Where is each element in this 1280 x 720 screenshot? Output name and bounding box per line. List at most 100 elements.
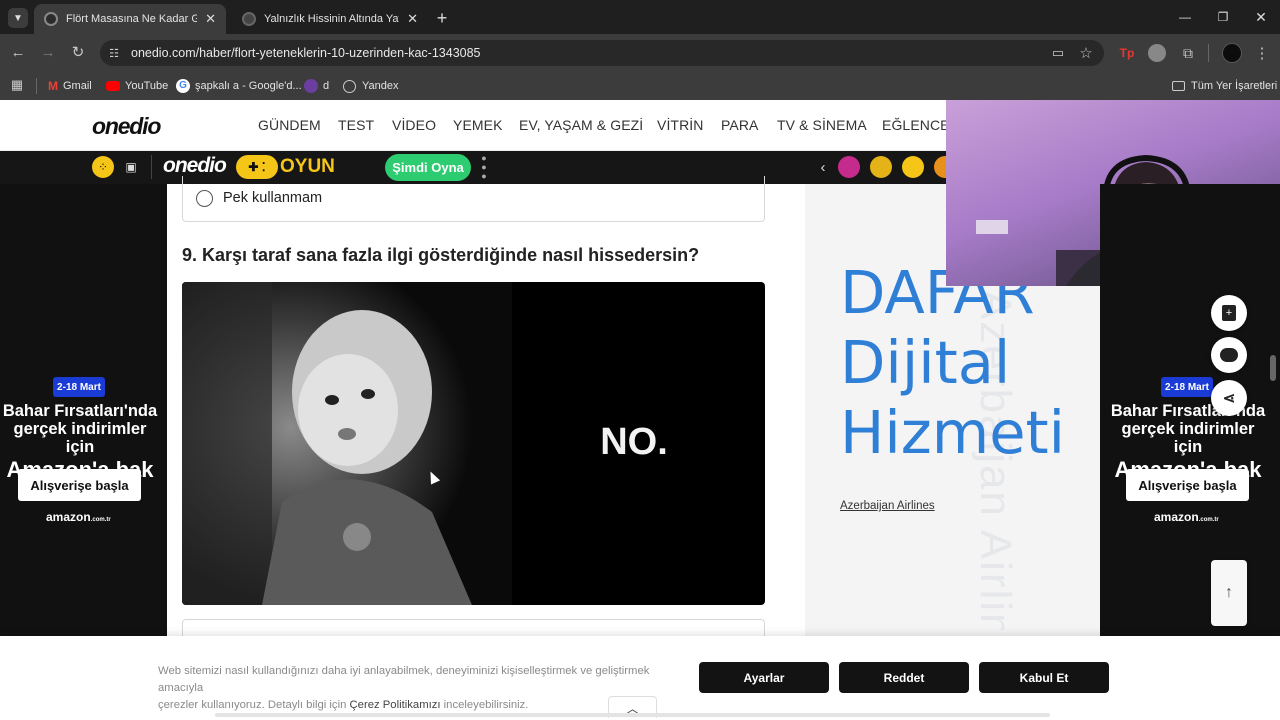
cookie-text-part: çerezler kullanıyoruz. Detaylı bilgi içi…: [158, 699, 350, 711]
address-bar[interactable]: onedio.com/haber/flort-yeteneklerin-10-u…: [100, 40, 1104, 66]
game-bar-logo[interactable]: onedio: [163, 154, 227, 178]
cookie-text-part: inceleyebilirsiniz.: [440, 699, 529, 711]
bookmark-google[interactable]: G şapkalı a - Google'd...: [176, 76, 302, 96]
ad-right-badge: 2-18 Mart: [1161, 377, 1213, 397]
amazon-suffix: .com.tr: [90, 517, 111, 523]
oyun-label: OYUN: [280, 156, 335, 177]
bookmark-add-button[interactable]: +: [1211, 295, 1247, 331]
games-grid-icon[interactable]: ▣: [122, 158, 140, 176]
nav-eglence[interactable]: EĞLENCE: [882, 117, 950, 133]
extension-tp-icon[interactable]: Tp: [1118, 44, 1136, 62]
ad-right-brand: amazon.com.tr: [1154, 510, 1219, 524]
tab-favicon-icon: [242, 12, 256, 26]
bookmark-d[interactable]: d: [304, 76, 329, 96]
cookie-accept-button[interactable]: Kabul Et: [979, 662, 1109, 693]
cookie-settings-button[interactable]: Ayarlar: [699, 662, 829, 693]
bookmark-label: Yandex: [362, 80, 399, 92]
comments-button[interactable]: [1211, 337, 1247, 373]
dice-icon[interactable]: ⁘: [92, 156, 114, 178]
profile-avatar-icon[interactable]: [1222, 43, 1242, 63]
game-thumb-3[interactable]: [902, 156, 924, 178]
bookmark-label: YouTube: [125, 80, 169, 92]
scroll-to-top-button[interactable]: ↑: [1211, 560, 1247, 626]
tab-favicon-icon: [44, 12, 58, 26]
bookmark-label: Tüm Yer İşaretleri: [1191, 80, 1278, 92]
toolbar-divider: [1208, 44, 1209, 62]
chat-bubbles-icon: [1220, 348, 1238, 362]
nav-para[interactable]: PARA: [721, 117, 759, 133]
ad-left-badge: 2-18 Mart: [53, 377, 105, 397]
nav-ev-yasam-gezi[interactable]: EV, YAŞAM & GEZİ: [519, 117, 643, 133]
tab-title: Flört Masasına Ne Kadar Güçlü: [66, 13, 198, 25]
bookmark-label: şapkalı a - Google'd...: [195, 80, 302, 92]
globe-icon: [343, 79, 356, 93]
side-ad-line: Dijital: [840, 328, 1011, 397]
ad-left-brand: amazon.com.tr: [46, 510, 111, 524]
quiz-option-radio[interactable]: [196, 190, 213, 207]
apps-grid-icon[interactable]: ▦: [9, 77, 25, 93]
nav-video[interactable]: VİDEO: [392, 117, 436, 133]
bookmark-star-icon[interactable]: ☆: [1076, 43, 1096, 63]
nav-vitrin[interactable]: VİTRİN: [657, 117, 704, 133]
forward-icon[interactable]: →: [38, 42, 58, 62]
side-ad-line: Hizmeti: [840, 398, 1066, 467]
quiz-question: 9. Karşı taraf sana fazla ilgi gösterdiğ…: [182, 245, 700, 265]
nav-gundem[interactable]: GÜNDEM: [258, 117, 321, 133]
tab-inactive[interactable]: Yalnızlık Hissinin Altında Yatan ✕: [232, 4, 428, 34]
bookmark-yandex[interactable]: Yandex: [343, 76, 399, 96]
minimize-icon[interactable]: —: [1174, 8, 1196, 26]
url-text: onedio.com/haber/flort-yeteneklerin-10-u…: [131, 46, 481, 60]
extension-avatar-icon[interactable]: [1148, 44, 1166, 62]
bookmark-youtube[interactable]: YouTube: [106, 76, 168, 96]
amazon-logo: amazon: [1154, 510, 1199, 524]
game-scroll-left-icon[interactable]: ‹: [815, 158, 831, 176]
new-tab-icon[interactable]: +: [432, 8, 452, 28]
arrow-up-icon: ↑: [1225, 584, 1233, 601]
tab-close-icon[interactable]: ✕: [407, 11, 418, 27]
window-close-icon[interactable]: ✕: [1250, 8, 1272, 26]
site-info-icon[interactable]: ☷: [106, 45, 122, 61]
folder-icon: [1172, 81, 1185, 91]
ad-headline-line: Bahar Fırsatları'nda: [2, 402, 158, 420]
reload-icon[interactable]: ↻: [68, 42, 88, 62]
extensions-puzzle-icon[interactable]: ⧉: [1178, 43, 1198, 63]
quiz-option-label: Pek kullanmam: [223, 190, 323, 206]
nav-test[interactable]: TEST: [338, 117, 374, 133]
bookmark-gmail[interactable]: M Gmail: [48, 76, 92, 96]
amazon-suffix: .com.tr: [1198, 517, 1219, 523]
nav-tv-sinema[interactable]: TV & SİNEMA: [777, 117, 867, 133]
install-app-icon[interactable]: ▭: [1048, 43, 1068, 63]
site-logo[interactable]: onedio: [92, 113, 161, 140]
share-icon: ⋖: [1222, 390, 1236, 407]
quiz-question-image: NO.: [182, 282, 765, 605]
nav-yemek[interactable]: YEMEK: [453, 117, 503, 133]
restore-icon[interactable]: ❐: [1212, 8, 1234, 26]
tab-active[interactable]: Flört Masasına Ne Kadar Güçlü ✕: [34, 4, 226, 34]
gif-photo: NO.: [182, 282, 668, 605]
tab-title: Yalnızlık Hissinin Altında Yatan: [264, 13, 400, 25]
tab-search-button[interactable]: ▼: [8, 8, 28, 28]
browser-menu-icon[interactable]: ⋮: [1252, 43, 1272, 63]
gif-caption: NO.: [600, 421, 668, 463]
page-scrollbar[interactable]: [1270, 355, 1276, 381]
all-bookmarks[interactable]: Tüm Yer İşaretleri: [1172, 76, 1277, 96]
bookmark-label: d: [323, 80, 330, 92]
ad-right-cta-button[interactable]: Alışverişe başla: [1126, 469, 1249, 501]
bottom-shadow-bar: [215, 713, 1050, 717]
game-thumb-1[interactable]: [838, 156, 860, 178]
amazon-logo: amazon: [46, 510, 91, 524]
share-button[interactable]: ⋖: [1211, 380, 1247, 416]
bookmark-favicon-icon: [304, 79, 318, 93]
back-icon[interactable]: ←: [8, 42, 28, 62]
cookie-policy-link[interactable]: Çerez Politikamızı: [350, 699, 441, 711]
bookmark-label: Gmail: [63, 80, 92, 92]
ad-left-cta-button[interactable]: Alışverişe başla: [18, 469, 141, 501]
game-thumb-2[interactable]: [870, 156, 892, 178]
game-bar-divider: [151, 155, 152, 179]
side-ad-link[interactable]: Azerbaijan Airlines: [840, 500, 935, 512]
cookie-reject-button[interactable]: Reddet: [839, 662, 969, 693]
bookmark-add-icon: +: [1222, 305, 1236, 321]
gmail-icon: M: [48, 79, 58, 93]
tab-close-icon[interactable]: ✕: [205, 11, 216, 27]
google-icon: G: [176, 79, 190, 93]
